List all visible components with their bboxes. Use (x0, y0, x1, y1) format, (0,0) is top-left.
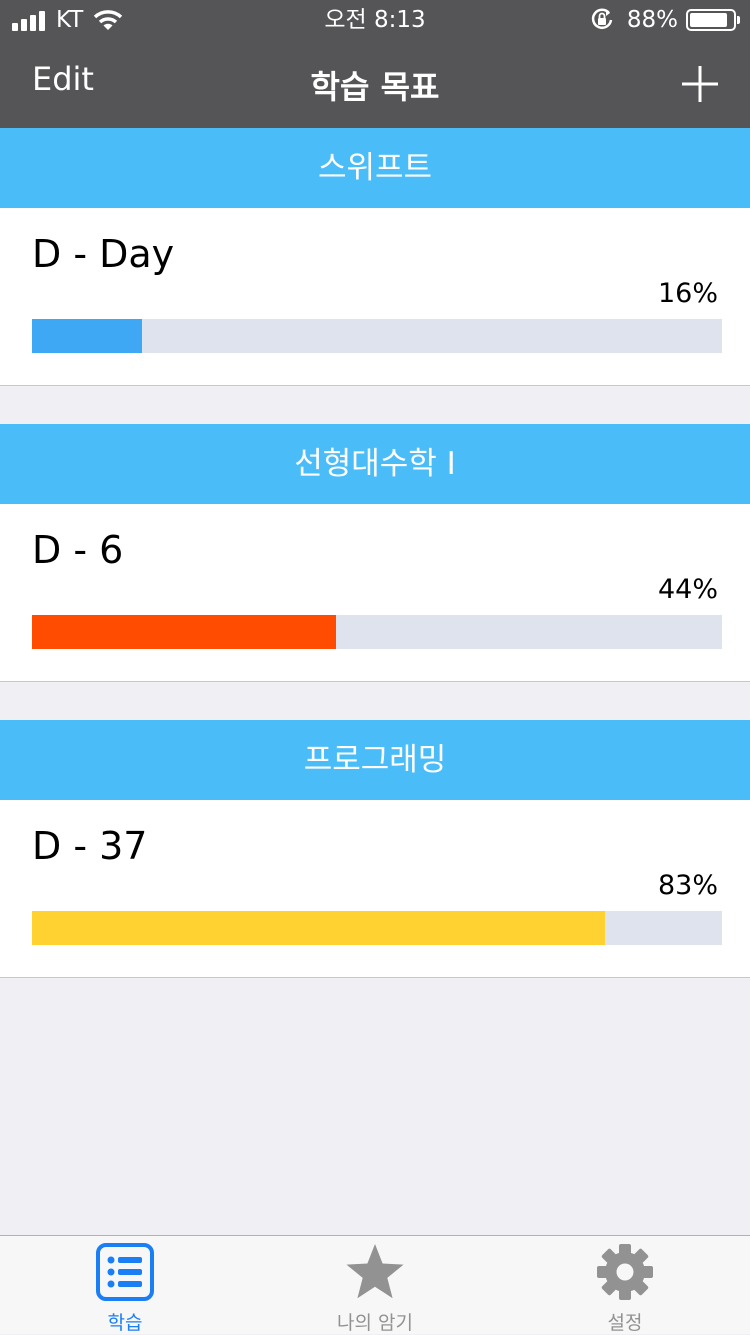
page-title: 학습 목표 (310, 68, 440, 106)
header: KT 오전 8:13 88% Edit 학습 목표 (0, 0, 750, 128)
tab-my-memorization[interactable]: 나의 암기 (250, 1236, 500, 1335)
list-icon (96, 1243, 154, 1301)
tab-label: 학습 (107, 1312, 143, 1334)
section-header-linear-algebra: 선형대수학 I (0, 424, 750, 504)
status-bar: KT 오전 8:13 88% (0, 0, 750, 40)
tab-bar: 학습 나의 암기 설정 (0, 1235, 750, 1334)
tab-study[interactable]: 학습 (0, 1236, 250, 1335)
section-header-programming: 프로그래밍 (0, 720, 750, 800)
progress-percent: 44% (657, 574, 718, 605)
star-icon (346, 1244, 404, 1299)
battery-percent: 88% (626, 7, 678, 33)
section-header-swift: 스위프트 (0, 128, 750, 208)
goal-card-linear-algebra[interactable]: D - 6 44% (0, 504, 750, 682)
progress-bar (32, 615, 336, 649)
progress-track (32, 911, 722, 945)
gear-icon (597, 1244, 653, 1300)
add-button[interactable] (680, 64, 720, 104)
navigation-bar: Edit 학습 목표 (0, 40, 750, 128)
dday-label: D - Day (32, 232, 175, 276)
battery-icon (686, 9, 740, 31)
goal-card-swift[interactable]: D - Day 16% (0, 208, 750, 386)
progress-bar (32, 911, 605, 945)
progress-percent: 83% (657, 870, 718, 901)
dday-label: D - 37 (32, 824, 148, 868)
progress-percent: 16% (657, 278, 718, 309)
goal-card-programming[interactable]: D - 37 83% (0, 800, 750, 978)
tab-label: 나의 암기 (337, 1312, 413, 1334)
progress-track (32, 615, 722, 649)
orientation-lock-icon (591, 8, 613, 29)
battery-fill (690, 13, 727, 27)
progress-track (32, 319, 722, 353)
tab-label: 설정 (607, 1312, 643, 1334)
dday-label: D - 6 (32, 528, 124, 572)
tab-settings[interactable]: 설정 (500, 1236, 750, 1335)
progress-bar (32, 319, 143, 353)
